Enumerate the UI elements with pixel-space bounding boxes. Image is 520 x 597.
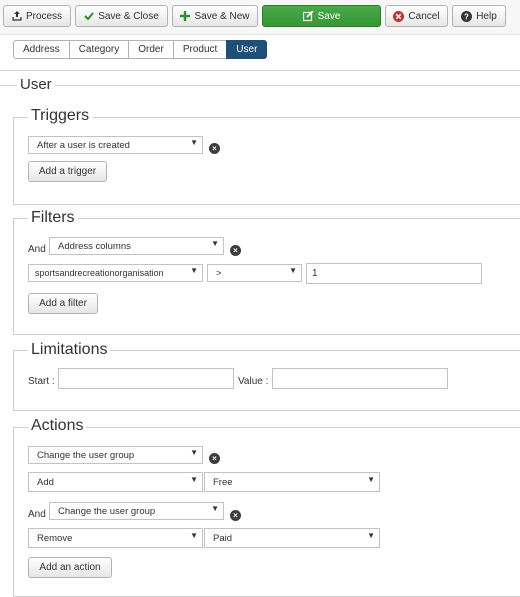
actions-title: Actions xyxy=(28,417,87,435)
question-icon: ? xyxy=(461,10,473,22)
triggers-title: Triggers xyxy=(28,107,93,125)
filter-operator-value: > xyxy=(216,267,222,279)
filter-column-select[interactable]: sportsandrecreationorganisation ▼ xyxy=(28,264,203,282)
start-label: Start : xyxy=(28,376,55,387)
save-label: Save xyxy=(317,10,341,22)
start-input[interactable] xyxy=(58,368,234,389)
filter-operator-select[interactable]: > ▼ xyxy=(207,264,302,282)
dropdown-arrow-icon: ▼ xyxy=(190,138,198,147)
plus-icon xyxy=(180,11,191,21)
edit-icon xyxy=(302,10,314,22)
action-2-mode-select[interactable]: Remove ▼ xyxy=(28,528,203,548)
cancel-button[interactable]: Cancel xyxy=(385,5,448,27)
limit-value-input[interactable] xyxy=(272,368,448,389)
remove-action-2-icon[interactable]: × xyxy=(230,510,241,521)
dropdown-arrow-icon: ▼ xyxy=(190,475,198,484)
svg-text:?: ? xyxy=(464,12,469,21)
trigger-select-value: After a user is created xyxy=(37,139,130,151)
divider xyxy=(0,70,520,71)
action-2-group-value: Paid xyxy=(213,532,233,544)
help-label: Help xyxy=(476,10,497,22)
action-2-mode-value: Remove xyxy=(37,532,73,544)
tab-user[interactable]: User xyxy=(226,40,268,59)
filter-type-value: Address columns xyxy=(58,240,131,252)
dropdown-arrow-icon: ▼ xyxy=(190,531,198,540)
dropdown-arrow-icon: ▼ xyxy=(367,531,375,540)
process-label: Process xyxy=(25,10,63,22)
toolbar: Process Save & Close Save & New Save Can… xyxy=(0,0,520,35)
action-1-group-value: Free xyxy=(213,476,233,488)
tab-product[interactable]: Product xyxy=(172,40,228,59)
tab-bar: Address Category Order Product User xyxy=(13,40,268,59)
filter-type-select[interactable]: Address columns ▼ xyxy=(49,237,224,255)
tab-order[interactable]: Order xyxy=(128,40,174,59)
add-trigger-button[interactable]: Add a trigger xyxy=(28,161,107,182)
process-button[interactable]: Process xyxy=(3,5,71,27)
save-close-button[interactable]: Save & Close xyxy=(75,5,168,27)
and-label: And xyxy=(28,244,46,255)
dropdown-arrow-icon: ▼ xyxy=(367,475,375,484)
action-select-2-value: Change the user group xyxy=(58,505,156,517)
tab-category[interactable]: Category xyxy=(68,40,130,59)
save-button[interactable]: Save xyxy=(262,5,381,27)
save-close-label: Save & Close xyxy=(98,10,159,22)
action-select-1[interactable]: Change the user group ▼ xyxy=(28,446,203,464)
dropdown-arrow-icon: ▼ xyxy=(211,504,219,513)
value-label: Value : xyxy=(238,376,269,387)
action-select-2[interactable]: Change the user group ▼ xyxy=(49,502,224,520)
section-border xyxy=(0,85,520,86)
action-2-group-select[interactable]: Paid ▼ xyxy=(204,528,380,548)
action-select-1-value: Change the user group xyxy=(37,449,135,461)
dropdown-arrow-icon: ▼ xyxy=(190,448,198,457)
limitations-title: Limitations xyxy=(28,341,111,359)
and-label: And xyxy=(28,509,46,520)
dropdown-arrow-icon: ▼ xyxy=(211,239,219,248)
save-new-label: Save & New xyxy=(194,10,250,22)
trigger-select[interactable]: After a user is created ▼ xyxy=(28,136,203,154)
remove-action-1-icon[interactable]: × xyxy=(209,453,220,464)
help-button[interactable]: ? Help xyxy=(452,5,506,27)
action-1-group-select[interactable]: Free ▼ xyxy=(204,472,380,492)
upload-icon xyxy=(12,11,22,21)
section-title: User xyxy=(17,76,55,93)
remove-filter-icon[interactable]: × xyxy=(230,245,241,256)
check-icon xyxy=(84,11,94,21)
dropdown-arrow-icon: ▼ xyxy=(289,266,297,275)
filters-title: Filters xyxy=(28,209,78,227)
save-new-button[interactable]: Save & New xyxy=(172,5,258,27)
remove-trigger-icon[interactable]: × xyxy=(209,143,220,154)
cancel-label: Cancel xyxy=(408,10,440,22)
add-action-button[interactable]: Add an action xyxy=(28,557,112,578)
cancel-icon xyxy=(393,10,405,22)
action-1-mode-select[interactable]: Add ▼ xyxy=(28,472,203,492)
dropdown-arrow-icon: ▼ xyxy=(190,266,198,275)
filter-value-input[interactable]: 1 xyxy=(306,263,482,284)
filter-column-value: sportsandrecreationorganisation xyxy=(35,268,164,278)
tab-address[interactable]: Address xyxy=(13,40,70,59)
action-1-mode-value: Add xyxy=(37,476,54,488)
add-filter-button[interactable]: Add a filter xyxy=(28,293,98,314)
